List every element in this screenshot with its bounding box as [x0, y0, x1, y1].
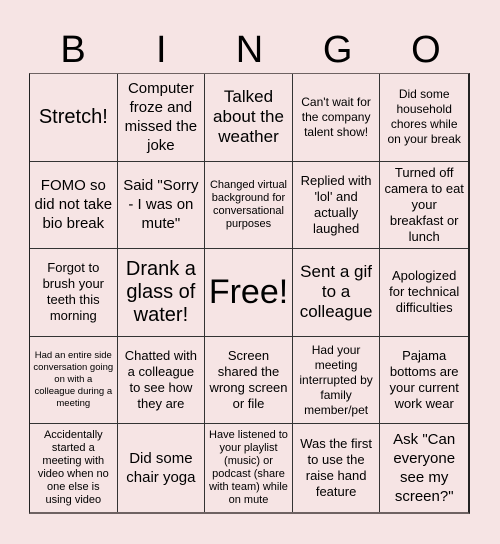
cell-text: Said "Sorry - I was on mute"	[123, 177, 199, 233]
cell-text: Accidentally started a meeting with vide…	[37, 429, 109, 507]
bingo-cell[interactable]: Had an entire side conversation going on…	[30, 336, 118, 425]
bingo-cell[interactable]: Turned off camera to eat your breakfast …	[380, 161, 468, 250]
cell-text: Chatted with a colleague to see how they…	[124, 348, 198, 412]
cell-text: Had your meeting interrupted by family m…	[299, 342, 373, 417]
cell-text: Drank a glass of water!	[125, 257, 196, 326]
free-space-text: Free!	[208, 273, 289, 312]
bingo-cell[interactable]: Drank a glass of water!	[117, 249, 206, 337]
cell-text: Apologized for technical difficulties	[389, 268, 460, 316]
bingo-cell[interactable]: Was the first to use the raise hand feat…	[292, 424, 381, 512]
bingo-cell[interactable]: Stretch!	[30, 74, 118, 162]
cell-text: Computer froze and missed the joke	[124, 80, 198, 155]
bingo-cell[interactable]: FOMO so did not take bio break	[30, 161, 118, 250]
free-space-cell[interactable]: Free!	[205, 249, 293, 337]
bingo-cell[interactable]: Said "Sorry - I was on mute"	[117, 161, 206, 250]
header-letter-g: G	[322, 29, 353, 71]
bingo-cell[interactable]: Did some chair yoga	[117, 424, 206, 512]
cell-text: Can't wait for the company talent show!	[301, 94, 371, 139]
bingo-cell[interactable]: Accidentally started a meeting with vide…	[30, 424, 118, 512]
bingo-cell[interactable]: Chatted with a colleague to see how they…	[117, 336, 206, 425]
cell-text: Changed virtual background for conversat…	[209, 178, 288, 230]
cell-text: Talked about the weather	[213, 87, 284, 147]
cell-text: Replied with 'lol' and actually laughed	[300, 172, 372, 236]
bingo-cell[interactable]: Talked about the weather	[205, 74, 293, 162]
bingo-header: B I N G O	[29, 28, 470, 72]
cell-text: Ask "Can everyone see my screen?"	[393, 431, 456, 506]
header-letter-i: I	[156, 29, 167, 71]
bingo-cell[interactable]: Did some household chores while on your …	[380, 74, 468, 162]
bingo-cell[interactable]: Screen shared the wrong screen or file	[205, 336, 293, 425]
bingo-cell[interactable]: Replied with 'lol' and actually laughed	[292, 161, 381, 250]
cell-text: Did some chair yoga	[126, 450, 196, 487]
bingo-cell[interactable]: Computer froze and missed the joke	[117, 74, 206, 162]
bingo-cell[interactable]: Sent a gif to a colleague	[292, 249, 381, 337]
cell-text: FOMO so did not take bio break	[34, 177, 113, 233]
bingo-cell[interactable]: Had your meeting interrupted by family m…	[292, 336, 381, 425]
bingo-cell[interactable]: Changed virtual background for conversat…	[205, 161, 293, 250]
header-letter-b: B	[60, 29, 86, 71]
header-letter-o: O	[411, 29, 441, 71]
cell-text: Turned off camera to eat your breakfast …	[384, 164, 464, 244]
bingo-cell[interactable]: Have listened to your playlist (music) o…	[205, 424, 293, 512]
cell-text: Did some household chores while on your …	[387, 87, 461, 147]
cell-text: Stretch!	[38, 105, 108, 128]
bingo-cell[interactable]: Apologized for technical difficulties	[380, 249, 468, 337]
cell-text: Pajama bottoms are your current work wea…	[389, 348, 459, 412]
cell-text: Sent a gif to a colleague	[299, 262, 373, 322]
bingo-board: Stretch! Computer froze and missed the j…	[29, 73, 470, 514]
bingo-cell[interactable]: Ask "Can everyone see my screen?"	[380, 424, 468, 512]
bingo-cell[interactable]: Pajama bottoms are your current work wea…	[380, 336, 468, 425]
header-letter-n: N	[235, 29, 264, 71]
cell-text: Forgot to brush your teeth this morning	[42, 260, 104, 324]
cell-text: Had an entire side conversation going on…	[33, 350, 114, 410]
cell-text: Have listened to your playlist (music) o…	[209, 429, 288, 507]
bingo-cell[interactable]: Can't wait for the company talent show!	[292, 74, 381, 162]
bingo-cell[interactable]: Forgot to brush your teeth this morning	[30, 249, 118, 337]
cell-text: Was the first to use the raise hand feat…	[300, 436, 372, 500]
cell-text: Screen shared the wrong screen or file	[209, 348, 288, 412]
